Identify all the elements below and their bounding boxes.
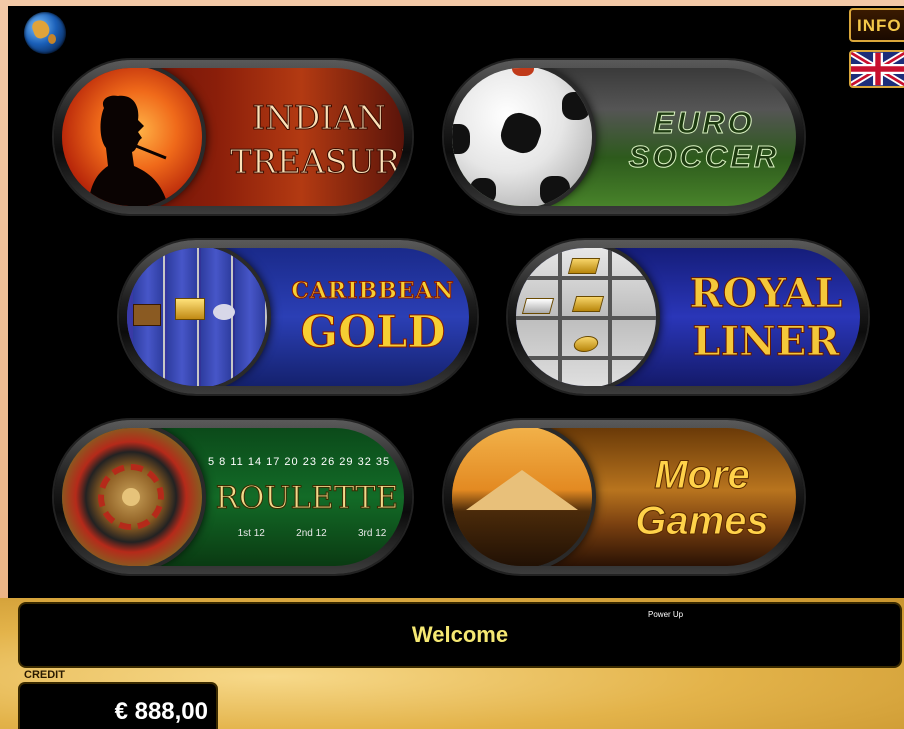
- globe-icon[interactable]: [24, 12, 66, 54]
- roulette-dozens: 1st 12 2nd 12 3rd 12: [237, 528, 387, 539]
- tile-background: CARIBBEAN GOLD: [127, 248, 469, 386]
- info-button[interactable]: INFO: [849, 8, 904, 42]
- game-title: CARIBBEAN GOLD: [291, 278, 455, 359]
- roulette-numbers: 5 8 11 14 17 20 23 26 29 32 35: [208, 456, 391, 468]
- tile-background: 5 8 11 14 17 20 23 26 29 32 35 ROULETTE …: [62, 428, 404, 566]
- indian-chief-icon: [62, 68, 202, 206]
- gold-bars-icon: [516, 248, 656, 386]
- credit-value: € 888,00: [114, 698, 208, 725]
- roulette-wheel-icon: [62, 428, 202, 566]
- game-tile-euro-soccer[interactable]: EURO SOCCER: [444, 60, 804, 214]
- tile-background: INDIAN TREASURE: [62, 68, 404, 206]
- soccer-ball-icon: [452, 68, 592, 206]
- game-title: INDIAN TREASURE: [230, 98, 404, 182]
- tile-background: ROYAL LINER: [516, 248, 860, 386]
- credit-label: CREDIT: [24, 669, 65, 681]
- game-tile-royal-liner[interactable]: ROYAL LINER: [508, 240, 868, 394]
- welcome-message: Welcome: [411, 622, 509, 647]
- tile-background: EURO SOCCER: [452, 68, 796, 206]
- game-title: ROULETTE: [215, 480, 399, 516]
- slot-reels-icon: [127, 248, 267, 386]
- game-title: ROYAL LINER: [689, 270, 843, 366]
- game-tile-caribbean-gold[interactable]: CARIBBEAN GOLD: [119, 240, 477, 394]
- game-title: EURO SOCCER: [628, 106, 780, 174]
- game-tile-more-games[interactable]: More Games: [444, 420, 804, 574]
- game-tile-roulette[interactable]: 5 8 11 14 17 20 23 26 29 32 35 ROULETTE …: [54, 420, 412, 574]
- tile-background: More Games: [452, 428, 796, 566]
- power-status-label: Power Up: [648, 610, 684, 619]
- uk-flag-icon[interactable]: [849, 50, 904, 88]
- game-tile-indian-treasure[interactable]: INDIAN TREASURE: [54, 60, 412, 214]
- mountain-sunset-icon: [452, 428, 592, 566]
- game-title: More Games: [635, 453, 769, 544]
